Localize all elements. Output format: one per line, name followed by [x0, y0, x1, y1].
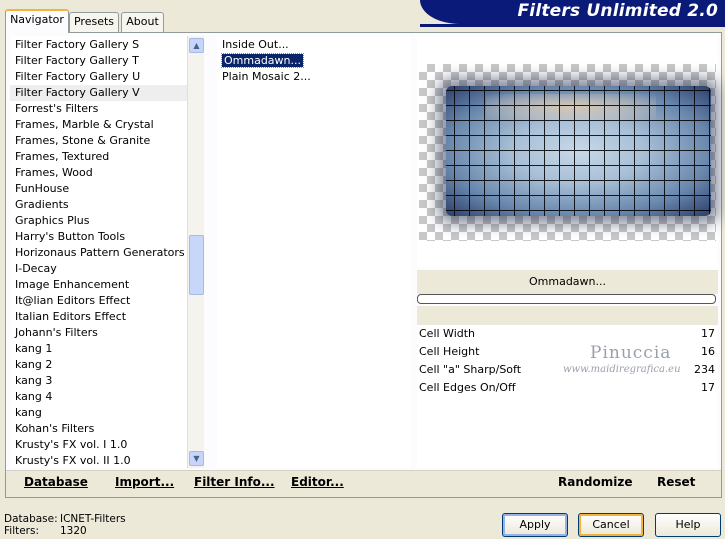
category-item[interactable]: Filter Factory Gallery T [10, 53, 204, 69]
param-label: Cell Edges On/Off [419, 381, 516, 394]
filter-item-label: Plain Mosaic 2... [222, 70, 311, 83]
category-item[interactable]: Frames, Marble & Crystal [10, 117, 204, 133]
category-item[interactable]: FunHouse [10, 181, 204, 197]
tab-navigator[interactable]: Navigator [5, 9, 69, 33]
category-item[interactable]: Image Enhancement [10, 277, 204, 293]
param-empty-row [417, 415, 718, 433]
category-item[interactable]: Gradients [10, 197, 204, 213]
category-item[interactable]: Krusty's FX vol. I 1.0 [10, 437, 204, 453]
reset-button[interactable]: Reset [657, 475, 695, 489]
chevron-down-icon[interactable]: ▼ [189, 451, 204, 466]
header-rule [420, 24, 725, 27]
category-scrollbar[interactable]: ▲ ▼ [187, 36, 204, 468]
filter-item-selected[interactable]: Ommadawn... [217, 53, 410, 69]
category-item[interactable]: Graphics Plus [10, 213, 204, 229]
param-value[interactable]: 17 [701, 379, 715, 397]
filter-item[interactable]: Plain Mosaic 2... [217, 69, 410, 85]
app-title: Filters Unlimited 2.0 [517, 1, 718, 21]
status-filters-value: 1320 [60, 525, 87, 537]
chevron-up-icon[interactable]: ▲ [189, 38, 204, 53]
preview-image [446, 86, 711, 216]
category-item[interactable]: Frames, Textured [10, 149, 204, 165]
progress-bar [417, 294, 716, 304]
scrollbar-thumb[interactable] [189, 235, 204, 295]
category-item[interactable]: kang 4 [10, 389, 204, 405]
import-button[interactable]: Import... [115, 475, 174, 489]
param-empty-row [417, 451, 718, 468]
param-value[interactable]: 17 [701, 325, 715, 343]
category-item[interactable]: It@lian Editors Effect [10, 293, 204, 309]
param-label: Cell Height [419, 345, 480, 358]
status-filters-label: Filters: [4, 525, 40, 537]
category-item[interactable]: Krusty's FX vol. II 1.0 [10, 453, 204, 468]
category-item[interactable]: Italian Editors Effect [10, 309, 204, 325]
category-item[interactable]: Forrest's Filters [10, 101, 204, 117]
param-label: Cell "a" Sharp/Soft [419, 363, 522, 376]
category-list[interactable]: Filter Factory Gallery S Filter Factory … [10, 36, 204, 468]
param-cell-height[interactable]: Cell Height 16 [417, 343, 718, 361]
filter-info-button[interactable]: Filter Info... [194, 475, 275, 489]
status-database-label: Database: [4, 513, 58, 525]
database-button[interactable]: Database [24, 475, 88, 489]
watermark-url: www.maidiregrafica.eu [563, 364, 681, 375]
param-empty-row [417, 433, 718, 451]
category-item[interactable]: I-Decay [10, 261, 204, 277]
category-item[interactable]: Harry's Button Tools [10, 229, 204, 245]
category-item[interactable]: Frames, Wood [10, 165, 204, 181]
help-button[interactable]: Help [655, 513, 721, 537]
category-item[interactable]: Filter Factory Gallery U [10, 69, 204, 85]
tab-presets[interactable]: Presets [69, 12, 119, 32]
category-item[interactable]: kang 3 [10, 373, 204, 389]
category-item[interactable]: Filter Factory Gallery S [10, 37, 204, 53]
category-item[interactable]: Horizonaus Pattern Generators [10, 245, 204, 261]
filter-item-label: Inside Out... [222, 38, 289, 51]
category-item[interactable]: kang [10, 405, 204, 421]
preview-grid [446, 86, 711, 216]
param-cell-width[interactable]: Cell Width 17 [417, 325, 718, 343]
watermark-name: Pinuccia [590, 343, 672, 363]
category-item[interactable]: Johann's Filters [10, 325, 204, 341]
filter-list[interactable]: Inside Out... Ommadawn... Plain Mosaic 2… [217, 36, 410, 468]
cancel-button[interactable]: Cancel [578, 513, 644, 537]
category-item-selected[interactable]: Filter Factory Gallery V [10, 85, 204, 101]
apply-button[interactable]: Apply [502, 513, 568, 537]
editor-button[interactable]: Editor... [291, 475, 344, 489]
param-cell-edges[interactable]: Cell Edges On/Off 17 [417, 379, 718, 397]
filter-item-label: Ommadawn... [220, 53, 305, 68]
filter-item[interactable]: Inside Out... [217, 37, 410, 53]
category-item[interactable]: kang 1 [10, 341, 204, 357]
randomize-button[interactable]: Randomize [558, 475, 632, 489]
status-database-value: ICNET-Filters [60, 513, 126, 525]
category-item[interactable]: Frames, Stone & Granite [10, 133, 204, 149]
param-value[interactable]: 234 [694, 361, 715, 379]
param-label: Cell Width [419, 327, 476, 340]
category-item[interactable]: Kohan's Filters [10, 421, 204, 437]
param-value[interactable]: 16 [701, 343, 715, 361]
param-empty-row [417, 397, 718, 415]
tab-about[interactable]: About [121, 12, 164, 32]
selected-filter-name: Ommadawn... [417, 270, 718, 294]
category-item[interactable]: kang 2 [10, 357, 204, 373]
